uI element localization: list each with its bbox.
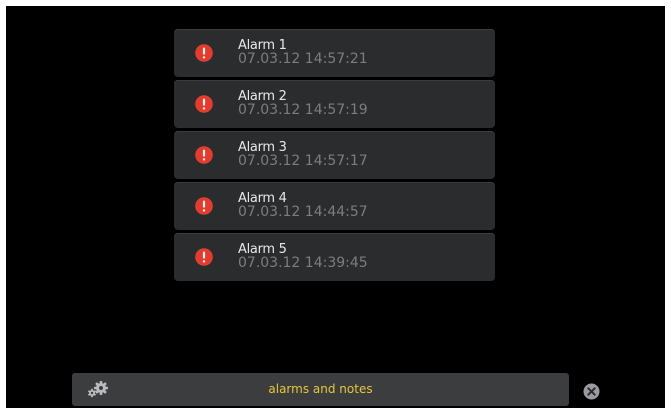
alert-icon <box>195 44 213 62</box>
alert-icon <box>195 197 213 215</box>
alarm-list-item[interactable]: Alarm 5 07.03.12 14:39:45 <box>174 233 495 281</box>
alarm-list: Alarm 1 07.03.12 14:57:21 Alarm 2 07.03.… <box>174 29 495 284</box>
alert-icon <box>195 95 213 113</box>
bottom-bar: alarms and notes <box>72 373 569 406</box>
alarm-list-item[interactable]: Alarm 1 07.03.12 14:57:21 <box>174 29 495 77</box>
alert-icon <box>195 248 213 266</box>
alarm-timestamp: 07.03.12 14:57:21 <box>238 51 368 67</box>
alarm-timestamp: 07.03.12 14:57:19 <box>238 102 368 118</box>
alarm-list-item[interactable]: Alarm 2 07.03.12 14:57:19 <box>174 80 495 128</box>
alarm-list-item[interactable]: Alarm 4 07.03.12 14:44:57 <box>174 182 495 230</box>
alarm-timestamp: 07.03.12 14:39:45 <box>238 255 368 271</box>
close-icon <box>583 383 600 400</box>
screen-title: alarms and notes <box>268 382 373 396</box>
screen: Alarm 1 07.03.12 14:57:21 Alarm 2 07.03.… <box>6 6 665 408</box>
alarm-timestamp: 07.03.12 14:57:17 <box>238 153 368 169</box>
close-button[interactable] <box>583 383 600 400</box>
alarm-list-item[interactable]: Alarm 3 07.03.12 14:57:17 <box>174 131 495 179</box>
alert-icon <box>195 146 213 164</box>
alarm-timestamp: 07.03.12 14:44:57 <box>238 204 368 220</box>
